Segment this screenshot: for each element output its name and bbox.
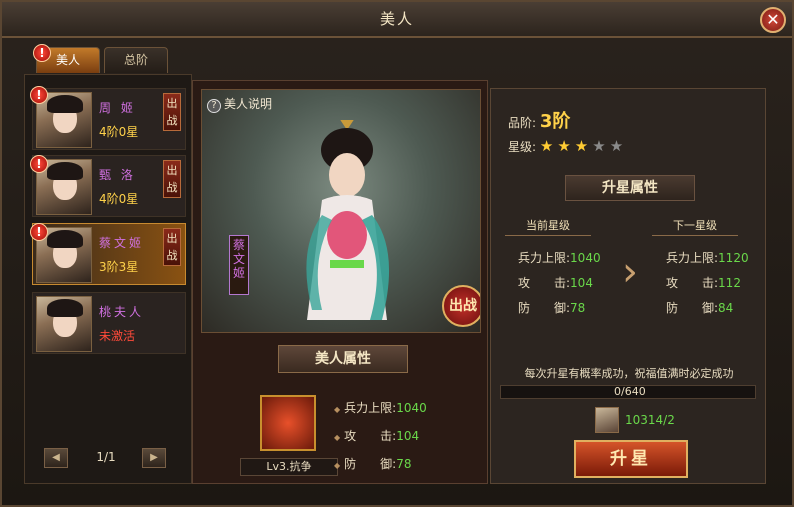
prev-page-button[interactable]: ◀ [44,448,68,468]
character-item[interactable]: 桃夫人 未激活 [32,292,186,354]
character-name: 周 姬 [99,101,136,115]
next-hp-value: 1120 [718,251,749,265]
hp-label: 兵力上限: [344,401,397,415]
defense-label: 防 御: [344,457,397,471]
character-name: 桃夫人 [99,305,145,319]
defense-label: 防 御: [518,301,571,315]
star-filled-icon: ★ [574,137,589,155]
alert-icon: ! [30,155,48,173]
alert-icon: ! [30,223,48,241]
character-rank: 3阶3星 [99,260,139,274]
attack-value: 104 [396,429,420,443]
tab-total-rank[interactable]: 总阶 [104,47,168,73]
beauty-attributes-list: ◆ 兵力上限:1040 ◆ 攻 击:104 ◆ 防 御:78 [334,401,427,471]
character-item[interactable]: 甄 洛 4阶0星 出战 [32,155,186,217]
skill-label: Lv3.抗争 [240,458,338,476]
beauty-help-label: 美人说明 [224,97,273,111]
hp-value: 1040 [396,401,427,415]
defense-label: 防 御: [666,301,719,315]
star-empty-icon: ★ [592,137,606,155]
upgrade-attributes-header: 升星属性 [565,175,695,201]
character-name: 甄 洛 [99,168,136,182]
hp-label: 兵力上限: [666,251,719,265]
attack-label: 攻 击: [344,429,397,443]
alert-icon: ! [30,86,48,104]
current-stats: 兵力上限:1040 攻 击:104 防 御:78 [518,246,601,321]
question-icon: ? [207,99,221,113]
close-button[interactable]: ✕ [760,7,786,33]
pager: ◀ 1/1 ▶ [44,448,170,470]
current-defense-value: 78 [570,301,586,315]
beauty-help-link[interactable]: ? 美人说明 [207,95,272,113]
window-title: 美人 [379,10,414,28]
skill-icon[interactable] [260,395,316,451]
attack-label: 攻 击: [518,276,571,290]
title-bar: 美人 [2,2,792,38]
beauty-name-vertical: 蔡文姬 [229,235,249,295]
upgrade-hint: 每次升星有概率成功，祝福值满时必定成功 [524,367,734,380]
battle-badge: 出战 [163,228,181,266]
character-name: 蔡文姬 [99,236,145,250]
deploy-button[interactable]: 出战 [442,285,480,327]
battle-badge: 出战 [163,93,181,131]
progress-text: 0/640 [614,385,646,398]
upgrade-item-icon[interactable] [595,407,619,433]
current-hp-value: 1040 [570,251,601,265]
current-star-header: 当前星级 [505,218,591,236]
character-item-selected[interactable]: 蔡文姬 3阶3星 出战 [32,223,186,285]
next-star-header: 下一星级 [652,218,738,236]
defense-value: 78 [396,457,412,471]
grade-value: 3阶 [539,111,571,132]
avatar [36,296,92,352]
arrow-right-icon: › [622,249,638,295]
character-item[interactable]: 周 姬 4阶0星 出战 [32,88,186,150]
star-label: 星级: [508,140,537,154]
character-rank: 4阶0星 [99,192,139,206]
attack-label: 攻 击: [666,276,719,290]
grade-line: 品阶: 3阶 [508,107,570,133]
alert-icon: ! [33,44,51,62]
next-attack-value: 112 [718,276,741,290]
next-page-button[interactable]: ▶ [142,448,166,468]
character-rank: 4阶0星 [99,125,139,139]
battle-badge: 出战 [163,160,181,198]
character-rank: 未激活 [99,329,136,343]
grade-label: 品阶: [508,116,537,130]
star-up-button[interactable]: 升星 [574,440,688,478]
next-stats: 兵力上限:1120 攻 击:112 防 御:84 [666,246,749,321]
next-defense-value: 84 [718,301,734,315]
star-filled-icon: ★ [557,137,571,155]
beauty-attributes-header: 美人属性 [278,345,408,373]
star-rating: 星级: ★ ★ ★ ★ ★ [508,137,627,155]
current-attack-value: 104 [570,276,593,290]
star-filled-icon: ★ [539,137,554,155]
beauty-portrait: ? 美人说明 蔡文姬 出战 [201,89,481,333]
page-indicator: 1/1 [96,450,116,464]
beauty-figure-image [306,120,390,320]
star-empty-icon: ★ [609,137,624,155]
hp-label: 兵力上限: [518,251,571,265]
item-count: 10314/2 [625,413,675,427]
stars: ★ ★ ★ ★ ★ [539,137,627,155]
